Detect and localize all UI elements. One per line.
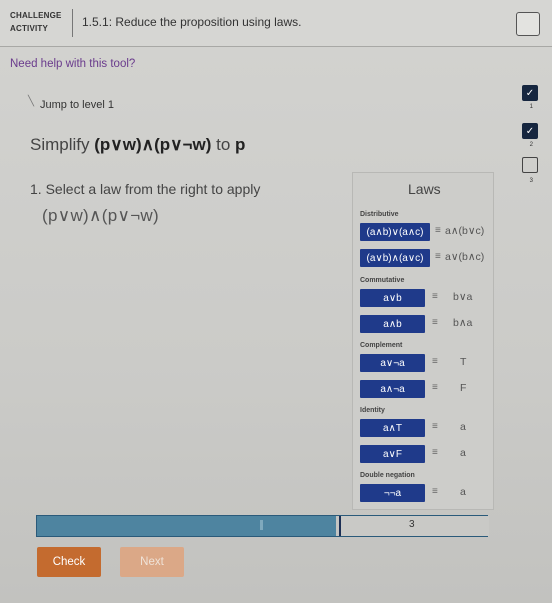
law-rhs-double-negation: a <box>460 486 466 498</box>
activity-header: CHALLENGE ACTIVITY 1.5.1: Reduce the pro… <box>0 0 552 47</box>
category-complement: Complement <box>360 342 403 349</box>
law-rhs-complement-2: F <box>460 382 467 394</box>
level-1-indicator[interactable]: ✓ <box>522 85 538 101</box>
category-double-negation: Double negation <box>360 472 415 479</box>
help-link[interactable]: Need help with this tool? <box>10 58 135 70</box>
law-button-identity-2[interactable]: a∨F <box>360 445 425 463</box>
laws-panel: Laws Distributive (a∧b)∨(a∧c) ≡ a∧(b∨c) … <box>352 172 494 510</box>
law-button-distributive-1[interactable]: (a∧b)∨(a∧c) <box>360 223 430 241</box>
law-button-double-negation[interactable]: ¬¬a <box>360 484 425 502</box>
law-rhs-distributive-2: a∨(b∧c) <box>445 251 485 263</box>
law-rhs-identity-2: a <box>460 447 466 459</box>
caret-icon: ╲ <box>28 96 35 107</box>
law-button-complement-2[interactable]: a∧¬a <box>360 380 425 398</box>
equivalence-sign: ≡ <box>432 317 438 328</box>
law-rhs-distributive-1: a∧(b∨c) <box>445 225 485 237</box>
law-button-commutative-2[interactable]: a∧b <box>360 315 425 333</box>
badge-line-2: ACTIVITY <box>10 24 49 33</box>
level-1-number: 1 <box>529 104 533 110</box>
law-button-complement-1[interactable]: a∨¬a <box>360 354 425 372</box>
next-button[interactable]: Next <box>120 547 184 577</box>
problem-expression: (p∨w)∧(p∨¬w) <box>94 135 212 154</box>
progress-fill <box>37 516 336 536</box>
checkmark-icon: ✓ <box>525 125 535 137</box>
level-2-number: 2 <box>529 142 533 148</box>
step-instruction: 1. Select a law from the right to apply <box>30 181 261 197</box>
progress-marker <box>260 520 263 530</box>
level-2-indicator[interactable]: ✓ <box>522 123 538 139</box>
activity-title: 1.5.1: Reduce the proposition using laws… <box>82 15 302 29</box>
equivalence-sign: ≡ <box>432 421 438 432</box>
law-button-distributive-2[interactable]: (a∨b)∧(a∨c) <box>360 249 430 267</box>
completion-box-icon <box>516 12 540 36</box>
law-rhs-commutative-1: b∨a <box>453 291 473 303</box>
current-expression: (p∨w)∧(p∨¬w) <box>42 206 159 225</box>
law-button-commutative-1[interactable]: a∨b <box>360 289 425 307</box>
equivalence-sign: ≡ <box>432 382 438 393</box>
equivalence-sign: ≡ <box>432 356 438 367</box>
level-3-number: 3 <box>529 178 533 184</box>
category-distributive: Distributive <box>360 211 399 218</box>
check-button[interactable]: Check <box>37 547 101 577</box>
target-expression: p <box>235 135 246 154</box>
level-3-indicator[interactable] <box>522 157 538 173</box>
equivalence-sign: ≡ <box>435 251 441 262</box>
laws-title: Laws <box>408 181 441 197</box>
law-rhs-identity-1: a <box>460 421 466 433</box>
challenge-activity-badge: CHALLENGE ACTIVITY <box>10 9 73 37</box>
screen: CHALLENGE ACTIVITY 1.5.1: Reduce the pro… <box>0 0 552 603</box>
law-button-identity-1[interactable]: a∧T <box>360 419 425 437</box>
equivalence-sign: ≡ <box>435 225 441 236</box>
answer-field[interactable]: 3 <box>339 516 489 536</box>
to-label: to <box>216 135 231 154</box>
equivalence-sign: ≡ <box>432 291 438 302</box>
problem-statement: Simplify (p∨w)∧(p∨¬w) to p <box>30 135 245 155</box>
badge-line-1: CHALLENGE <box>10 11 62 20</box>
law-rhs-commutative-2: b∧a <box>453 317 473 329</box>
progress-bar: 3 <box>36 515 489 537</box>
law-rhs-complement-1: T <box>460 356 467 368</box>
category-commutative: Commutative <box>360 277 405 284</box>
checkmark-icon: ✓ <box>525 87 535 99</box>
equivalence-sign: ≡ <box>432 486 438 497</box>
category-identity: Identity <box>360 407 385 414</box>
jump-to-level-dropdown[interactable]: Jump to level 1 <box>40 99 114 111</box>
equivalence-sign: ≡ <box>432 447 438 458</box>
answer-value: 3 <box>409 519 415 530</box>
simplify-label: Simplify <box>30 135 90 154</box>
